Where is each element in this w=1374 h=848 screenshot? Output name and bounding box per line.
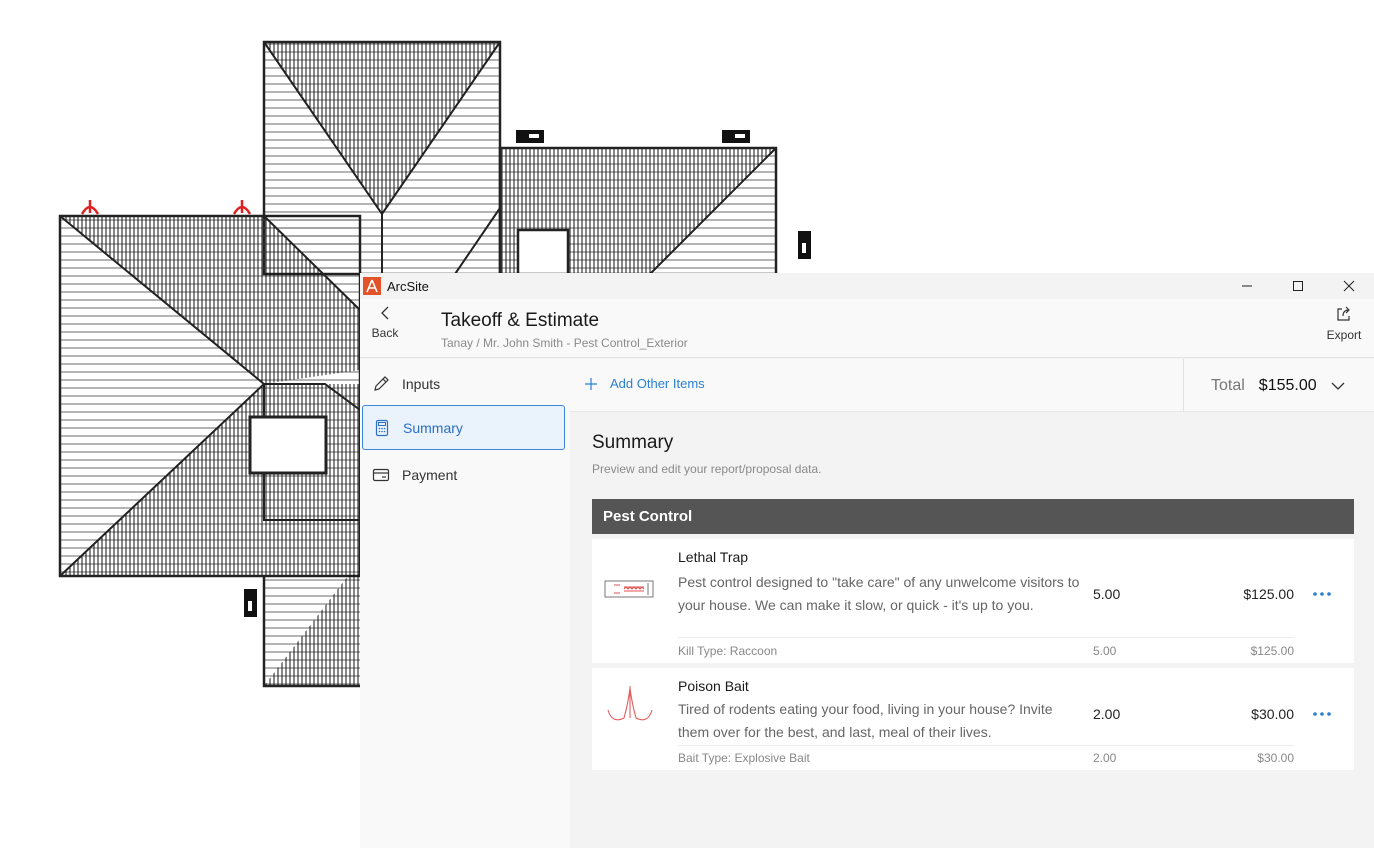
line-item-lethal-trap[interactable]: Lethal Trap Pest control designed to "ta… bbox=[592, 539, 1354, 663]
item-option-quantity: 5.00 bbox=[1093, 644, 1117, 658]
item-description: Tired of rodents eating your food, livin… bbox=[678, 701, 1053, 740]
sidebar-item-label: Payment bbox=[402, 466, 458, 483]
minimize-button[interactable] bbox=[1221, 273, 1272, 299]
card-icon bbox=[372, 468, 390, 481]
item-description: Pest control designed to "take care" of … bbox=[678, 574, 1080, 613]
bait-marker-icon bbox=[232, 200, 252, 215]
title-bar: ArcSite bbox=[360, 273, 1374, 299]
total-value: $155.00 bbox=[1258, 376, 1317, 394]
app-window: ArcSite Back Takeoff & Estimate Tanay / … bbox=[360, 273, 1374, 848]
sidebar-item-label: Summary bbox=[403, 419, 463, 436]
sidebar-item-payment[interactable]: Payment bbox=[362, 452, 565, 497]
back-button[interactable]: Back bbox=[370, 305, 400, 353]
arcsite-logo-icon bbox=[363, 277, 381, 295]
item-divider bbox=[678, 637, 1294, 638]
item-option-price: $125.00 bbox=[1250, 644, 1294, 658]
bait-marker-icon bbox=[80, 200, 100, 215]
main-content: Add Other Items Total $155.00 Summary Pr… bbox=[570, 359, 1374, 848]
back-label: Back bbox=[371, 326, 399, 340]
total-dropdown[interactable]: Total $155.00 bbox=[1183, 359, 1374, 412]
total-label: Total bbox=[1211, 376, 1245, 394]
trap-marker-icon bbox=[798, 231, 811, 259]
toolbar: Add Other Items Total $155.00 bbox=[570, 359, 1374, 412]
trap-marker-icon bbox=[516, 130, 544, 143]
close-icon bbox=[1343, 280, 1354, 292]
item-quantity: 5.00 bbox=[1093, 586, 1121, 602]
add-other-items-label: Add Other Items bbox=[610, 376, 705, 391]
chevron-down-icon bbox=[1331, 381, 1345, 391]
sidebar-item-inputs[interactable]: Inputs bbox=[362, 361, 565, 406]
maximize-icon bbox=[1292, 281, 1303, 291]
item-option-label: Kill Type: Raccoon bbox=[678, 644, 778, 658]
item-option-price: $30.00 bbox=[1257, 751, 1294, 765]
minimize-icon bbox=[1241, 285, 1252, 287]
category-header: Pest Control bbox=[592, 499, 1354, 534]
line-item-poison-bait[interactable]: Poison Bait Tired of rodents eating your… bbox=[592, 668, 1354, 770]
item-name: Lethal Trap bbox=[678, 549, 749, 565]
more-options-button[interactable] bbox=[1310, 586, 1334, 602]
section-subtitle: Preview and edit your report/proposal da… bbox=[592, 462, 822, 476]
sidebar: Inputs Summary Payment bbox=[360, 359, 570, 848]
calculator-icon bbox=[375, 419, 389, 436]
trap-thumbnail-icon bbox=[604, 579, 656, 604]
close-button[interactable] bbox=[1323, 273, 1374, 299]
add-other-items-button[interactable]: Add Other Items bbox=[584, 376, 705, 391]
page-title: Takeoff & Estimate bbox=[441, 310, 600, 331]
chevron-left-icon bbox=[381, 306, 389, 320]
bait-thumbnail-icon bbox=[604, 684, 656, 733]
more-horizontal-icon bbox=[1313, 712, 1331, 716]
breadcrumb: Tanay / Mr. John Smith - Pest Control_Ex… bbox=[441, 336, 688, 350]
pencil-icon bbox=[374, 375, 389, 391]
trap-marker-icon bbox=[722, 130, 750, 143]
export-button[interactable]: Export bbox=[1322, 305, 1366, 353]
item-option-quantity: 2.00 bbox=[1093, 751, 1117, 765]
window-controls bbox=[1221, 273, 1374, 299]
sidebar-item-label: Inputs bbox=[402, 375, 441, 392]
export-label: Export bbox=[1326, 328, 1362, 342]
item-quantity: 2.00 bbox=[1093, 706, 1121, 722]
maximize-button[interactable] bbox=[1272, 273, 1323, 299]
section-title: Summary bbox=[592, 432, 674, 453]
app-name: ArcSite bbox=[387, 278, 429, 294]
plus-icon bbox=[585, 377, 597, 390]
more-options-button[interactable] bbox=[1310, 706, 1334, 722]
item-price: $125.00 bbox=[1243, 586, 1294, 602]
item-price: $30.00 bbox=[1251, 706, 1294, 722]
item-option-label: Bait Type: Explosive Bait bbox=[678, 751, 810, 765]
share-icon bbox=[1337, 306, 1350, 321]
item-divider bbox=[678, 745, 1294, 746]
item-name: Poison Bait bbox=[678, 678, 749, 694]
page-header: Back Takeoff & Estimate Tanay / Mr. John… bbox=[360, 299, 1374, 358]
more-horizontal-icon bbox=[1313, 592, 1331, 596]
trap-marker-icon bbox=[244, 589, 257, 617]
sidebar-item-summary[interactable]: Summary bbox=[362, 405, 565, 450]
